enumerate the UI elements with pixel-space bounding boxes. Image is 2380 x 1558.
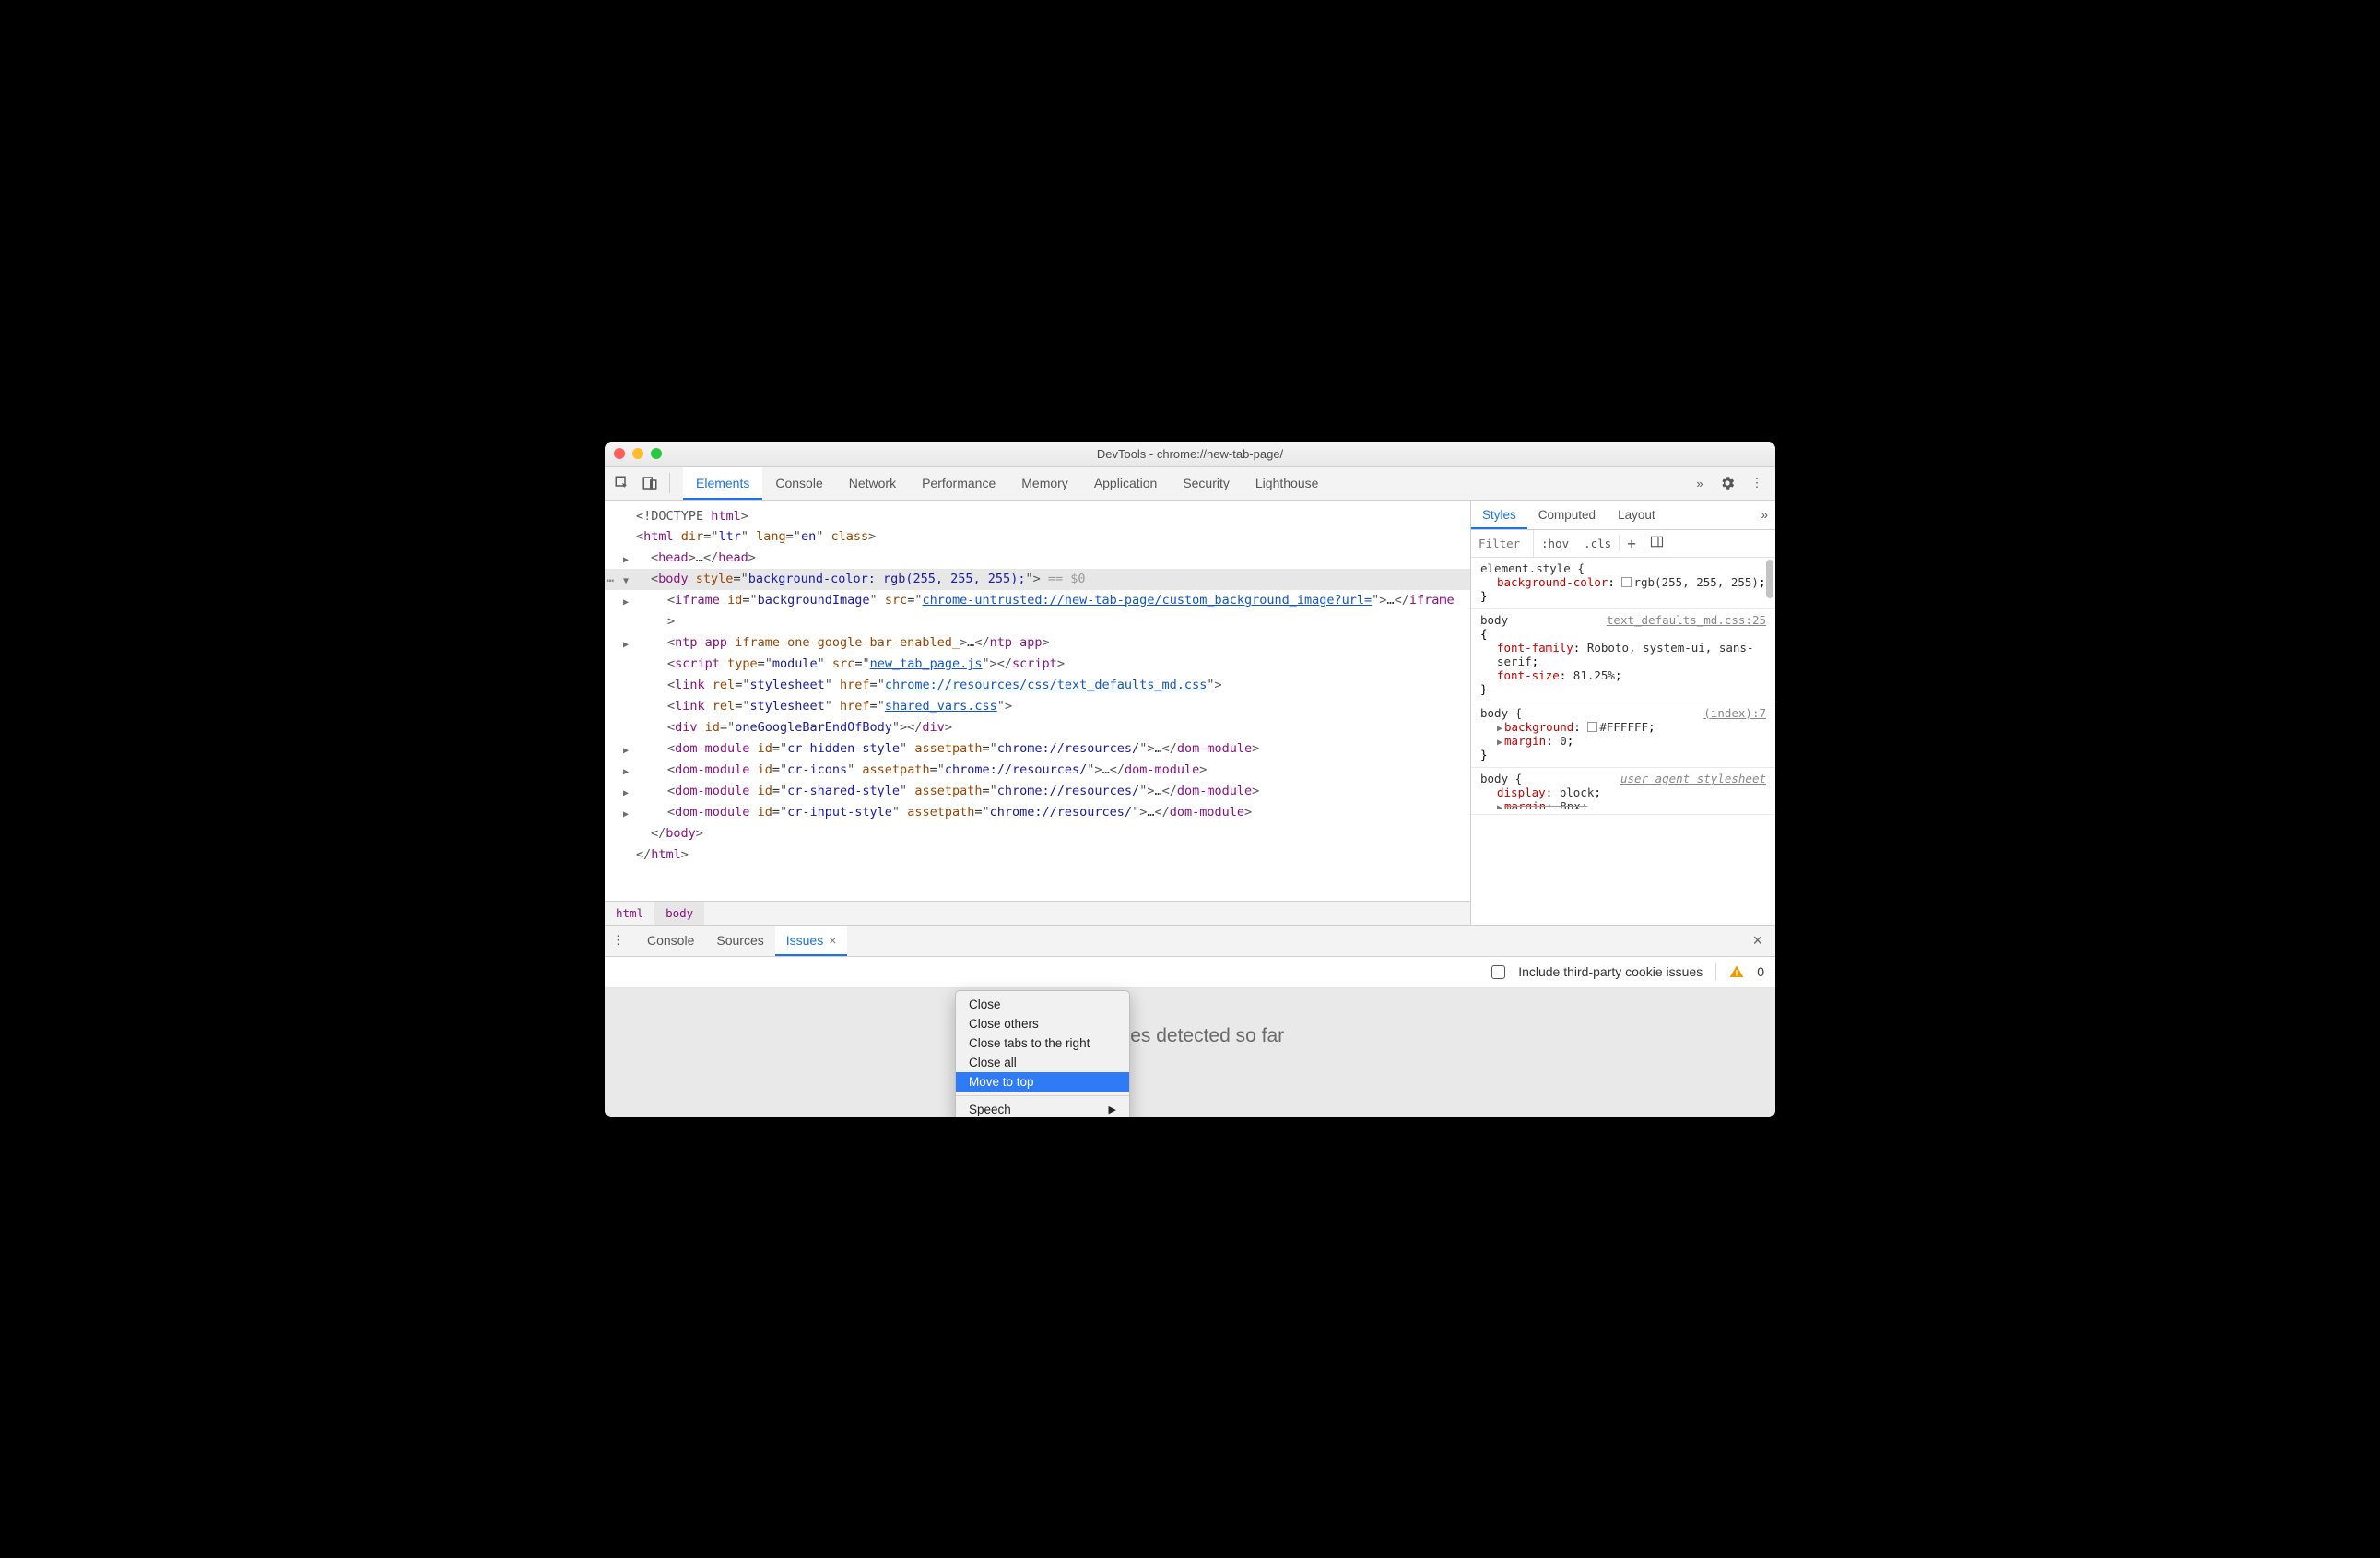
issues-body: issues detected so far xyxy=(605,988,1775,1117)
dom-node[interactable]: <link rel="stylesheet" href="chrome://re… xyxy=(605,675,1470,696)
window-title: DevTools - chrome://new-tab-page/ xyxy=(605,447,1775,461)
tab-lighthouse[interactable]: Lighthouse xyxy=(1243,467,1332,500)
more-styles-tabs[interactable]: » xyxy=(1753,508,1775,522)
styles-tabs: StylesComputedLayout » xyxy=(1471,501,1775,530)
dom-node[interactable]: ▶<ntp-app iframe-one-google-bar-enabled_… xyxy=(605,632,1470,654)
tab-memory[interactable]: Memory xyxy=(1008,467,1081,500)
hov-toggle[interactable]: :hov xyxy=(1534,537,1576,550)
main-area: <!DOCTYPE html><html dir="ltr" lang="en"… xyxy=(605,501,1775,925)
dom-node[interactable]: ▶<dom-module id="cr-hidden-style" assetp… xyxy=(605,738,1470,760)
dom-node[interactable]: ▶<dom-module id="cr-icons" assetpath="ch… xyxy=(605,760,1470,781)
drawer-tab-sources[interactable]: Sources xyxy=(705,926,774,956)
separator xyxy=(1715,963,1716,980)
dom-node[interactable]: <link rel="stylesheet" href="shared_vars… xyxy=(605,696,1470,717)
breadcrumbs: htmlbody xyxy=(605,901,1470,925)
menu-item-close-tabs-to-the-right[interactable]: Close tabs to the right xyxy=(956,1033,1129,1053)
include-third-party-checkbox[interactable] xyxy=(1491,965,1505,979)
dom-node[interactable]: ▶<iframe id="backgroundImage" src="chrom… xyxy=(605,590,1470,632)
submenu-arrow-icon: ▶ xyxy=(1109,1104,1116,1115)
scrollbar-thumb[interactable] xyxy=(1766,560,1773,598)
style-rule[interactable]: body {user agent stylesheetdisplay: bloc… xyxy=(1471,768,1775,815)
include-third-party-label: Include third-party cookie issues xyxy=(1518,964,1703,979)
tab-network[interactable]: Network xyxy=(836,467,909,500)
styles-filter-row: :hov .cls + xyxy=(1471,530,1775,558)
dom-node[interactable]: ▶<head>…</head> xyxy=(605,548,1470,569)
devtools-window: DevTools - chrome://new-tab-page/ Elemen… xyxy=(605,442,1775,1117)
titlebar: DevTools - chrome://new-tab-page/ xyxy=(605,442,1775,467)
inspect-element-icon[interactable] xyxy=(610,471,634,495)
dom-node[interactable]: <!DOCTYPE html> xyxy=(605,506,1470,527)
dom-node[interactable]: ▶<dom-module id="cr-shared-style" assetp… xyxy=(605,781,1470,802)
styles-tab-computed[interactable]: Computed xyxy=(1527,501,1607,529)
dom-node[interactable]: <div id="oneGoogleBarEndOfBody"></div> xyxy=(605,717,1470,738)
tab-performance[interactable]: Performance xyxy=(909,467,1008,500)
drawer-tab-console[interactable]: Console xyxy=(636,926,705,956)
more-panels-button[interactable]: » xyxy=(1689,477,1711,490)
panel-tabs: ElementsConsoleNetworkPerformanceMemoryA… xyxy=(683,467,1685,500)
dom-tree[interactable]: <!DOCTYPE html><html dir="ltr" lang="en"… xyxy=(605,501,1470,901)
style-rules[interactable]: element.style {background-color: rgb(255… xyxy=(1471,558,1775,925)
dom-node[interactable]: <script type="module" src="new_tab_page.… xyxy=(605,654,1470,675)
drawer: ⋮ ConsoleSourcesIssues× × Include third-… xyxy=(605,925,1775,1117)
window-controls xyxy=(614,448,662,459)
new-style-rule-button[interactable]: + xyxy=(1620,535,1644,552)
styles-tab-styles[interactable]: Styles xyxy=(1471,501,1527,529)
toolbar-separator xyxy=(669,473,670,493)
menu-item-close-all[interactable]: Close all xyxy=(956,1053,1129,1072)
dom-node[interactable]: ▼<body style="background-color: rgb(255,… xyxy=(605,569,1470,590)
close-window-button[interactable] xyxy=(614,448,625,459)
tab-application[interactable]: Application xyxy=(1081,467,1171,500)
tab-elements[interactable]: Elements xyxy=(683,467,762,500)
menu-item-close-others[interactable]: Close others xyxy=(956,1014,1129,1033)
styles-filter-input[interactable] xyxy=(1471,530,1534,557)
dom-node[interactable]: ▶<dom-module id="cr-input-style" assetpa… xyxy=(605,802,1470,823)
style-rule[interactable]: body {(index):7▶background: #FFFFFF;▶mar… xyxy=(1471,702,1775,768)
drawer-menu-icon[interactable]: ⋮ xyxy=(612,933,630,948)
tab-security[interactable]: Security xyxy=(1170,467,1243,500)
dom-node[interactable]: </html> xyxy=(605,844,1470,866)
warning-icon xyxy=(1729,964,1744,979)
issue-count: 0 xyxy=(1757,964,1764,979)
elements-panel: <!DOCTYPE html><html dir="ltr" lang="en"… xyxy=(605,501,1471,925)
toggle-sidebar-icon[interactable] xyxy=(1644,535,1669,551)
styles-tab-layout[interactable]: Layout xyxy=(1607,501,1667,529)
dom-node[interactable]: <html dir="ltr" lang="en" class> xyxy=(605,526,1470,548)
menu-item-speech[interactable]: Speech▶ xyxy=(956,1100,1129,1117)
main-toolbar: ElementsConsoleNetworkPerformanceMemoryA… xyxy=(605,467,1775,501)
drawer-tabs: ⋮ ConsoleSourcesIssues× × xyxy=(605,926,1775,957)
cls-toggle[interactable]: .cls xyxy=(1576,537,1619,550)
close-drawer-icon[interactable]: × xyxy=(1747,931,1768,950)
tab-console[interactable]: Console xyxy=(762,467,835,500)
menu-item-move-to-top[interactable]: Move to top xyxy=(956,1072,1129,1092)
breadcrumb-body[interactable]: body xyxy=(654,902,704,925)
style-rule[interactable]: element.style {background-color: rgb(255… xyxy=(1471,558,1775,609)
drawer-tab-issues[interactable]: Issues× xyxy=(775,926,848,956)
minimize-window-button[interactable] xyxy=(632,448,643,459)
more-options-icon[interactable]: ⋮ xyxy=(1744,476,1770,490)
settings-icon[interactable] xyxy=(1714,475,1740,491)
breadcrumb-html[interactable]: html xyxy=(605,902,654,925)
tab-context-menu: CloseClose othersClose tabs to the right… xyxy=(955,990,1130,1117)
dom-node[interactable]: </body> xyxy=(605,823,1470,844)
issues-toolbar: Include third-party cookie issues 0 xyxy=(605,957,1775,988)
style-rule[interactable]: bodytext_defaults_md.css:25{font-family:… xyxy=(1471,609,1775,702)
styles-panel: StylesComputedLayout » :hov .cls + elemen… xyxy=(1471,501,1775,925)
menu-item-close[interactable]: Close xyxy=(956,995,1129,1014)
device-toolbar-icon[interactable] xyxy=(638,471,662,495)
zoom-window-button[interactable] xyxy=(651,448,662,459)
close-tab-icon[interactable]: × xyxy=(829,933,836,948)
